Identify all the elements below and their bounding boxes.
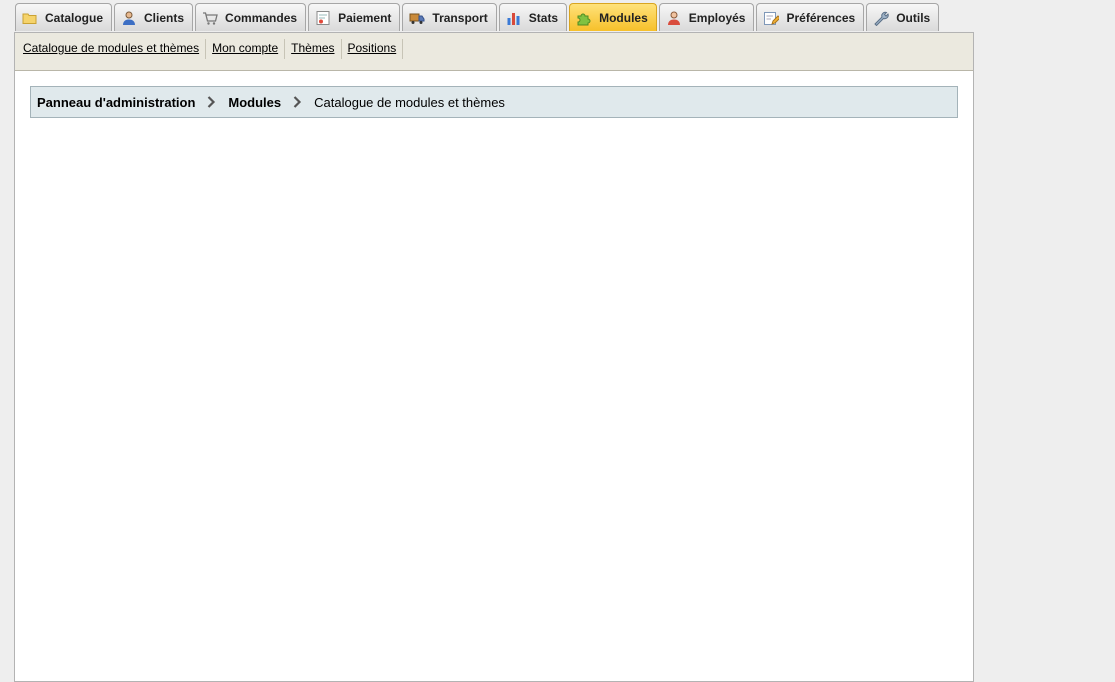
chevron-right-icon <box>195 96 228 108</box>
tab-preferences[interactable]: Préférences <box>756 3 865 31</box>
wrench-icon <box>873 10 889 26</box>
tab-label: Préférences <box>786 10 856 25</box>
tab-label: Outils <box>896 10 931 25</box>
tab-outils[interactable]: Outils <box>866 3 940 31</box>
subnav-item-catalogue[interactable]: Catalogue de modules et thèmes <box>17 39 207 59</box>
tab-label: Modules <box>599 10 648 25</box>
tab-label: Transport <box>432 10 488 25</box>
subnav-item-mon-compte[interactable]: Mon compte <box>206 39 286 59</box>
user-icon <box>121 10 137 26</box>
preferences-icon <box>763 10 780 26</box>
tab-employes[interactable]: Employés <box>658 3 755 31</box>
tab-label: Paiement <box>338 10 392 25</box>
invoice-icon <box>315 10 331 26</box>
tab-paiement[interactable]: Paiement <box>308 3 401 31</box>
breadcrumb-current: Catalogue de modules et thèmes <box>314 94 505 110</box>
tab-transport[interactable]: Transport <box>402 3 497 31</box>
tab-label: Catalogue <box>45 10 104 25</box>
folder-icon <box>22 10 38 26</box>
breadcrumb-section[interactable]: Modules <box>228 95 281 110</box>
tab-catalogue[interactable]: Catalogue <box>15 3 113 31</box>
main-tab-bar: Catalogue Clients Commandes Paiement Tra… <box>15 3 940 32</box>
tab-label: Stats <box>528 10 559 25</box>
breadcrumb-root[interactable]: Panneau d'administration <box>37 95 195 110</box>
cart-icon <box>202 10 218 26</box>
bar-chart-icon <box>506 10 522 26</box>
content-panel: Catalogue de modules et thèmes Mon compt… <box>14 32 974 682</box>
tab-stats[interactable]: Stats <box>498 3 568 31</box>
tab-label: Commandes <box>225 10 298 25</box>
tab-clients[interactable]: Clients <box>114 3 194 31</box>
truck-icon <box>409 10 425 26</box>
tab-label: Employés <box>688 10 746 25</box>
chevron-right-icon <box>281 96 314 108</box>
breadcrumb: Panneau d'administration Modules Catalog… <box>30 86 958 118</box>
subnav-bar: Catalogue de modules et thèmes Mon compt… <box>15 33 973 71</box>
employee-icon <box>666 10 682 26</box>
subnav-item-positions[interactable]: Positions <box>342 39 404 59</box>
tab-label: Clients <box>144 10 185 25</box>
puzzle-icon <box>576 10 592 26</box>
subnav-item-themes[interactable]: Thèmes <box>285 39 342 59</box>
tab-modules[interactable]: Modules <box>569 3 657 31</box>
tab-commandes[interactable]: Commandes <box>195 3 307 31</box>
